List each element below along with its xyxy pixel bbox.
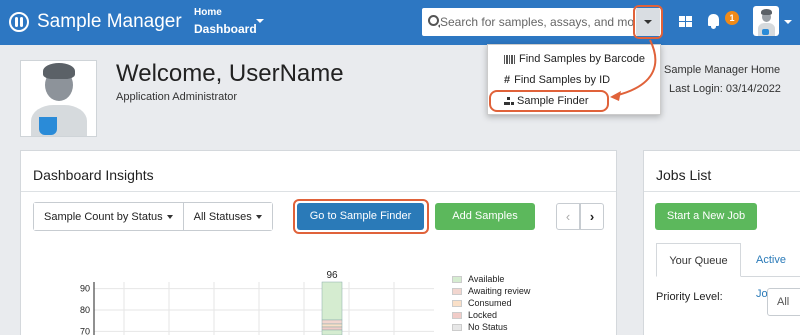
legend-swatch: [452, 275, 462, 283]
status-select[interactable]: All Statuses: [182, 203, 272, 230]
welcome-heading: Welcome, UserName: [116, 60, 344, 87]
go-to-sample-finder-button[interactable]: Go to Sample Finder: [297, 203, 424, 230]
chart-filter-group: Sample Count by Status All Statuses: [33, 202, 273, 231]
nav-dashboard-menu[interactable]: Home Dashboard: [194, 7, 257, 38]
bar-segment[interactable]: [321, 281, 343, 321]
legend-label: Locked: [468, 310, 498, 320]
legend-swatch: [452, 323, 462, 331]
add-samples-button[interactable]: Add Samples: [435, 203, 535, 230]
panel-title: Dashboard Insights: [33, 167, 154, 183]
legend-swatch: [452, 311, 462, 319]
chevron-left-icon[interactable]: ‹: [556, 203, 580, 230]
user-role: Application Administrator: [116, 91, 238, 103]
avatar-hair: [761, 9, 772, 15]
start-new-job-button[interactable]: Start a New Job: [655, 203, 757, 230]
last-login: Last Login: 03/14/2022: [669, 83, 781, 95]
chevron-down-icon: [166, 214, 173, 219]
top-nav-bar: Sample Manager Home Dashboard 1: [0, 0, 800, 45]
legend-item: Awaiting review: [452, 285, 530, 297]
avatar-hair: [43, 63, 75, 79]
panel-title: Jobs List: [656, 167, 712, 183]
logo-icon: [9, 12, 29, 32]
priority-select[interactable]: All: [767, 288, 800, 316]
priority-label: Priority Level:: [656, 291, 723, 303]
legend-swatch: [452, 299, 462, 307]
product-menu-icon[interactable]: [679, 16, 692, 27]
tab-divider: [741, 276, 800, 277]
home-link[interactable]: Sample Manager Home: [664, 64, 780, 76]
legend-label: Available: [468, 274, 505, 284]
barcode-icon: [504, 54, 516, 64]
menu-item-label: Find Samples by Barcode: [519, 53, 645, 65]
highlight-search-toggle: [633, 5, 663, 39]
legend-swatch: [452, 287, 462, 295]
legend-label: No Status: [468, 322, 508, 332]
panel-divider: [21, 191, 616, 192]
nav-menu-current: Dashboard: [194, 22, 257, 36]
bar-segment[interactable]: [321, 319, 343, 325]
metric-select[interactable]: Sample Count by Status: [34, 203, 183, 230]
app-name: Sample Manager: [37, 11, 182, 32]
legend-item: Consumed: [452, 297, 530, 309]
chevron-down-icon[interactable]: [256, 19, 264, 23]
menu-item-find-by-id[interactable]: # Find Samples by ID: [504, 74, 610, 86]
notification-badge: 1: [725, 11, 739, 25]
search-box: [422, 8, 662, 36]
menu-item-find-by-barcode[interactable]: Find Samples by Barcode: [504, 53, 645, 65]
chevron-right-icon[interactable]: ›: [580, 203, 604, 230]
bar-segment[interactable]: [321, 323, 343, 328]
hash-icon: #: [504, 74, 511, 86]
legend-item: Locked: [452, 309, 530, 321]
user-avatar[interactable]: [753, 6, 779, 36]
legend-label: Consumed: [468, 298, 512, 308]
flask-icon: [762, 29, 769, 35]
chart-legend: Available Awaiting review Consumed Locked No…: [452, 273, 530, 333]
bar-total-label: 96: [326, 270, 338, 281]
legend-item: No Status: [452, 321, 530, 333]
app-logo[interactable]: Sample Manager: [9, 11, 182, 33]
nav-menu-parent: Home: [194, 7, 222, 18]
profile-picture: [20, 60, 97, 137]
y-tick-label: 80: [80, 305, 90, 315]
chevron-down-icon: [255, 214, 262, 219]
search-icon: [428, 15, 439, 26]
menu-item-label: Find Samples by ID: [514, 74, 611, 86]
tab-active-jobs[interactable]: Active Jo: [756, 243, 800, 300]
legend-label: Awaiting review: [468, 286, 531, 296]
bell-icon[interactable]: [708, 14, 719, 29]
chevron-down-icon[interactable]: [784, 20, 792, 24]
bar-segment[interactable]: [321, 326, 343, 331]
panel-divider: [644, 191, 800, 192]
legend-item: Available: [452, 273, 530, 285]
bar-segment[interactable]: [321, 329, 343, 335]
sample-status-chart: 90 80 70 96: [80, 270, 434, 335]
status-select-label: All Statuses: [193, 210, 252, 223]
y-tick-label: 70: [80, 326, 90, 335]
tab-your-queue[interactable]: Your Queue: [656, 243, 741, 277]
metric-select-label: Sample Count by Status: [44, 210, 163, 223]
flask-icon: [39, 117, 57, 135]
search-input[interactable]: [440, 12, 634, 32]
y-tick-label: 90: [80, 284, 90, 294]
highlight-sample-finder-item: [489, 90, 609, 112]
